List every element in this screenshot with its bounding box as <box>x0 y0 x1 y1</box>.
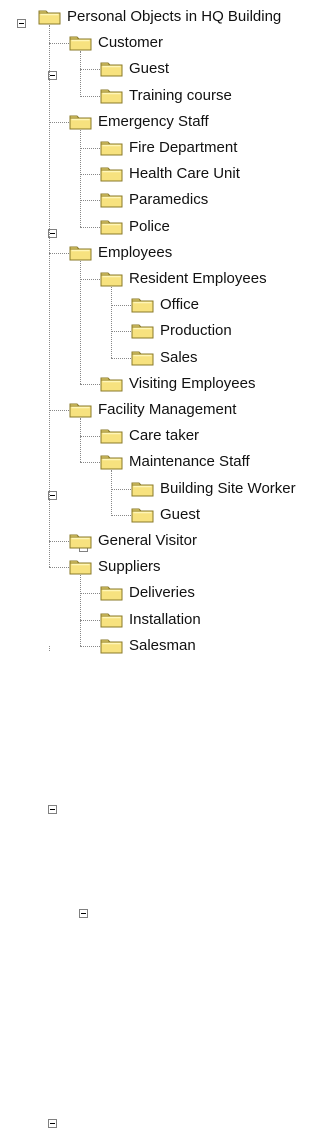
tree-node-label[interactable]: Visiting Employees <box>127 375 257 393</box>
folder-icon <box>131 351 154 366</box>
tree-connector <box>80 575 81 646</box>
tree-node-guest[interactable]: Guest <box>0 58 336 80</box>
folder-icon <box>100 586 123 601</box>
tree-node-production[interactable]: Production <box>0 320 336 342</box>
tree-node-label[interactable]: Paramedics <box>127 191 210 209</box>
tree-node-salesman[interactable]: Salesman <box>0 635 336 657</box>
tree-node-training-course[interactable]: Training course <box>0 85 336 107</box>
tree-node-label[interactable]: Deliveries <box>127 584 197 602</box>
tree-node-suppliers[interactable]: Suppliers <box>0 556 336 1128</box>
tree-node-label[interactable]: Police <box>127 218 172 236</box>
tree-node-general-visitor[interactable]: General Visitor <box>0 530 336 552</box>
tree-node-label[interactable]: Salesman <box>127 637 198 655</box>
tree-node-label[interactable]: General Visitor <box>96 532 199 550</box>
folder-icon <box>69 246 92 261</box>
folder-icon <box>100 429 123 444</box>
tree-node-label[interactable]: Office <box>158 296 201 314</box>
tree-node-label[interactable]: Maintenance Staff <box>127 453 252 471</box>
tree-node-visiting-employees[interactable]: Visiting Employees <box>0 373 336 395</box>
tree-node-facility-management[interactable]: Facility Management <box>0 399 336 814</box>
tree-node-label[interactable]: Production <box>158 322 234 340</box>
tree-node-maintenance-staff[interactable]: Maintenance Staff <box>0 451 336 918</box>
collapse-toggle-icon[interactable] <box>79 909 88 918</box>
tree-node-label[interactable]: Employees <box>96 244 174 262</box>
tree-node-sales[interactable]: Sales <box>0 347 336 369</box>
collapse-toggle-icon[interactable] <box>17 19 26 28</box>
tree-node-resident-employees[interactable]: Resident Employees <box>0 268 336 552</box>
tree-node-installation[interactable]: Installation <box>0 609 336 631</box>
folder-icon <box>100 193 123 208</box>
object-tree-view: Personal Objects in HQ Building Customer G… <box>0 0 336 1128</box>
folder-icon <box>100 613 123 628</box>
tree-node-label[interactable]: Health Care Unit <box>127 165 242 183</box>
tree-connector <box>80 261 81 384</box>
tree-node-deliveries[interactable]: Deliveries <box>0 582 336 604</box>
tree-node-paramedics[interactable]: Paramedics <box>0 189 336 211</box>
folder-icon <box>100 220 123 235</box>
tree-node-label[interactable]: Fire Department <box>127 139 239 157</box>
tree-node-police[interactable]: Police <box>0 216 336 238</box>
folder-icon <box>100 167 123 182</box>
tree-node-label[interactable]: Facility Management <box>96 401 238 419</box>
tree-node-label[interactable]: Training course <box>127 87 234 105</box>
tree-connector <box>49 646 50 651</box>
folder-icon <box>100 455 123 470</box>
folder-icon <box>100 141 123 156</box>
folder-icon <box>100 89 123 104</box>
folder-icon <box>100 639 123 654</box>
tree-node-label[interactable]: Care taker <box>127 427 201 445</box>
folder-icon <box>131 324 154 339</box>
tree-node-emergency-staff[interactable]: Emergency Staff <box>0 111 336 238</box>
tree-node-label[interactable]: Customer <box>96 34 165 52</box>
tree-node-care-taker[interactable]: Care taker <box>0 425 336 447</box>
tree-connector <box>49 25 50 567</box>
tree-node-label[interactable]: Personal Objects in HQ Building <box>65 8 283 26</box>
tree-node-label[interactable]: Suppliers <box>96 558 163 576</box>
tree-node-label[interactable]: Building Site Worker <box>158 480 298 498</box>
tree-connector <box>80 418 81 462</box>
folder-icon <box>131 508 154 523</box>
tree-connector <box>111 287 112 358</box>
folder-icon <box>69 403 92 418</box>
tree-node-customer[interactable]: Customer <box>0 32 336 80</box>
tree-node-personal-objects-in-hq-building[interactable]: Personal Objects in HQ Building <box>0 6 336 28</box>
folder-icon <box>69 115 92 130</box>
tree-node-office[interactable]: Office <box>0 294 336 316</box>
tree-connector <box>80 130 81 227</box>
tree-connector <box>111 470 112 514</box>
folder-icon <box>69 560 92 575</box>
tree-node-fire-department[interactable]: Fire Department <box>0 137 336 159</box>
tree-node-health-care-unit[interactable]: Health Care Unit <box>0 163 336 185</box>
tree-node-label[interactable]: Sales <box>158 349 200 367</box>
tree-node-building-site-worker[interactable]: Building Site Worker <box>0 478 336 500</box>
tree-node-label[interactable]: Resident Employees <box>127 270 269 288</box>
tree-node-label[interactable]: Installation <box>127 611 203 629</box>
folder-icon <box>100 272 123 287</box>
folder-icon <box>38 10 61 25</box>
tree-node-employees[interactable]: Employees <box>0 242 336 500</box>
collapse-toggle-icon[interactable] <box>48 1119 57 1128</box>
folder-icon <box>100 377 123 392</box>
folder-icon <box>100 62 123 77</box>
tree-node-label[interactable]: Guest <box>127 60 171 78</box>
collapse-toggle-icon[interactable] <box>48 805 57 814</box>
tree-node-label[interactable]: Emergency Staff <box>96 113 211 131</box>
folder-icon <box>131 482 154 497</box>
tree-node-label[interactable]: Guest <box>158 506 202 524</box>
folder-icon <box>69 534 92 549</box>
tree-node-guest[interactable]: Guest <box>0 504 336 526</box>
folder-icon <box>69 36 92 51</box>
folder-icon <box>131 298 154 313</box>
tree-connector <box>80 51 81 95</box>
